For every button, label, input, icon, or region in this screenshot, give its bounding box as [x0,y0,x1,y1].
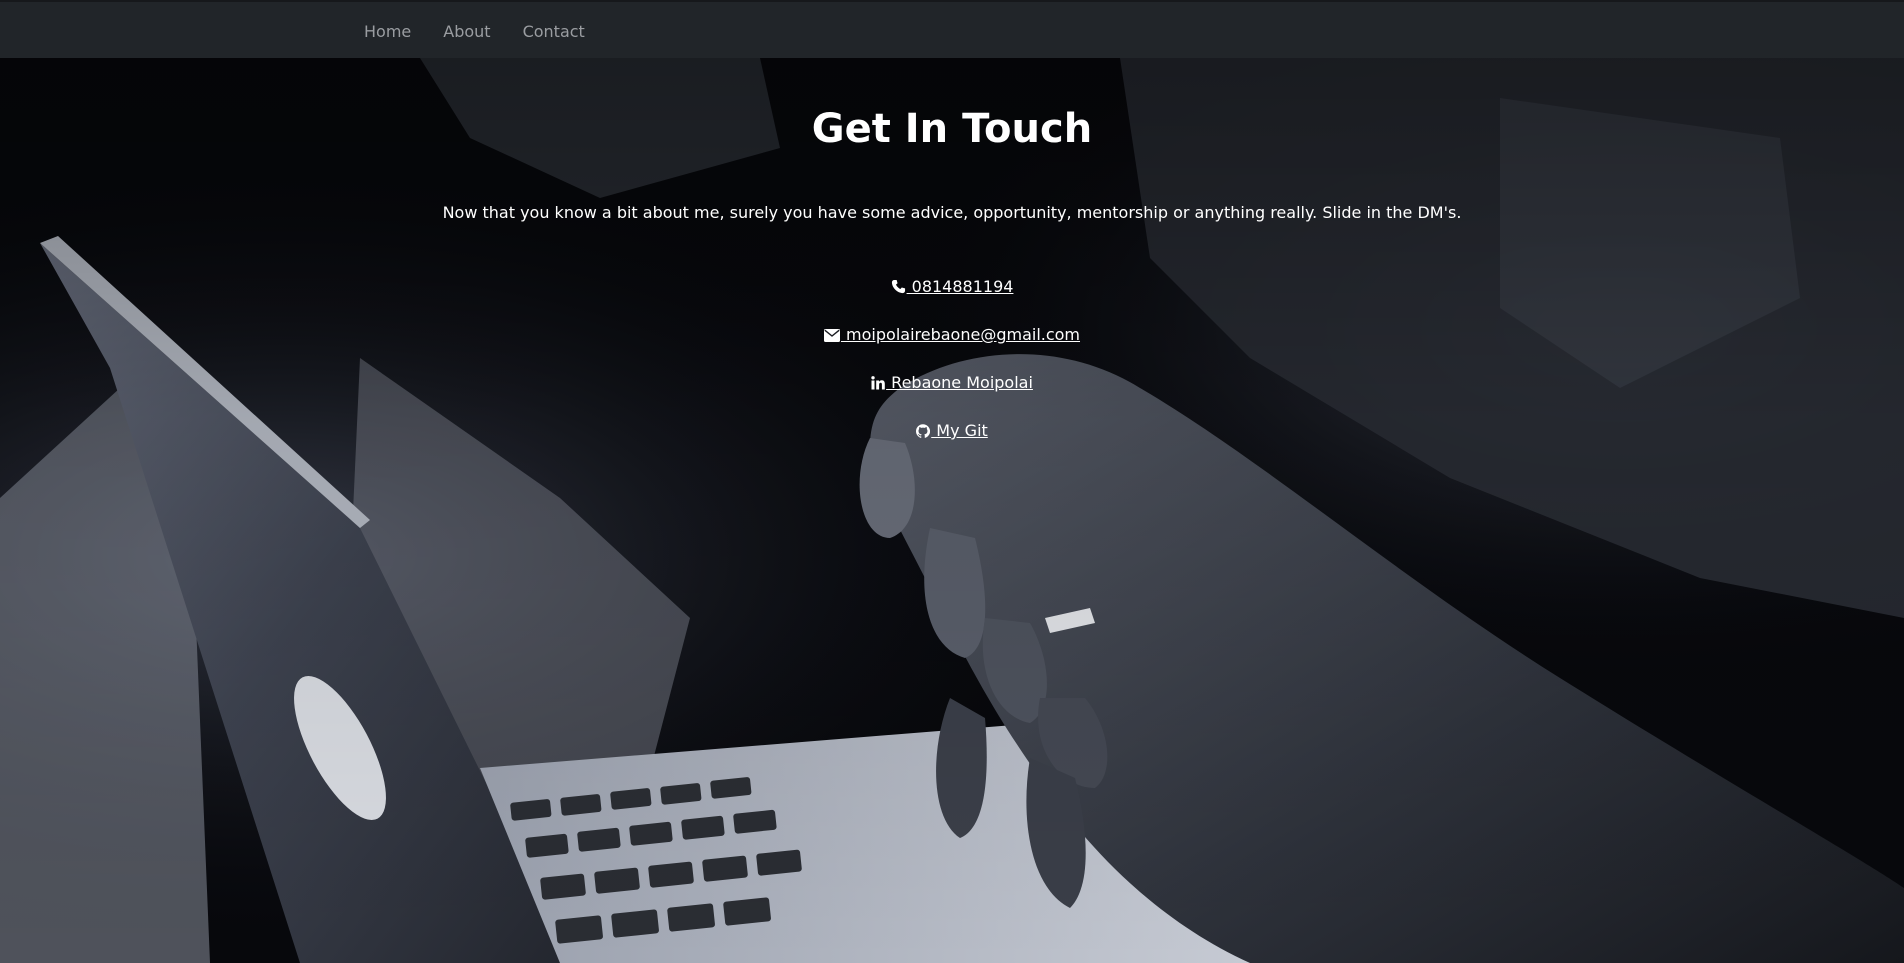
github-link[interactable]: My Git [916,421,988,440]
contact-hero: Get In Touch Now that you know a bit abo… [0,58,1904,963]
linkedin-icon [871,376,885,390]
nav-link-about[interactable]: About [435,22,498,41]
nav-menu: Home About Contact [356,2,609,60]
github-label: My Git [931,421,988,440]
envelope-icon [823,329,840,342]
linkedin-label: Rebaone Moipolai [886,373,1033,392]
email-label: moipolairebaone@gmail.com [840,325,1081,344]
nav-item-contact: Contact [515,22,609,41]
nav-link-contact[interactable]: Contact [515,22,593,41]
linkedin-row: Rebaone Moipolai [0,373,1904,392]
phone-row: 0814881194 [0,277,1904,296]
email-link[interactable]: moipolairebaone@gmail.com [823,325,1081,344]
background-photo [0,58,1904,963]
github-icon [916,424,931,438]
page-title: Get In Touch [811,106,1093,152]
linkedin-link[interactable]: Rebaone Moipolai [871,373,1033,392]
nav-item-about: About [435,22,514,41]
github-row: My Git [0,421,1904,440]
nav-item-home: Home [356,22,435,41]
nav-link-home[interactable]: Home [356,22,419,41]
phone-label: 0814881194 [906,277,1014,296]
email-row: moipolairebaone@gmail.com [0,325,1904,344]
phone-icon [891,279,905,294]
top-navbar: Home About Contact [0,0,1904,58]
phone-link[interactable]: 0814881194 [891,277,1014,296]
intro-text: Now that you know a bit about me, surely… [442,203,1462,222]
